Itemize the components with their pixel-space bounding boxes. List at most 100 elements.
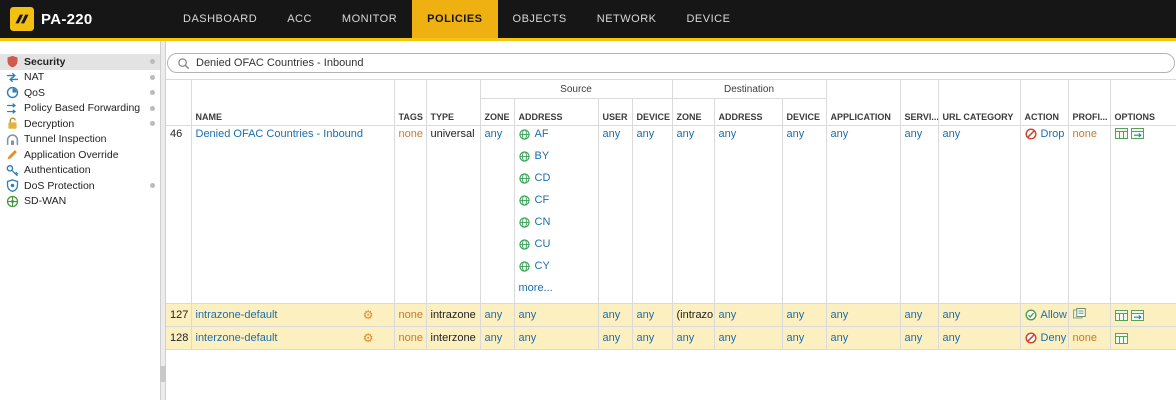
gear-icon[interactable]: ⚙ <box>363 332 374 344</box>
row-number[interactable]: 127 <box>166 304 191 327</box>
src-address-value[interactable]: any <box>519 332 537 344</box>
sidebar-item-sd-wan[interactable]: SD-WAN <box>0 194 160 210</box>
sidebar-item-authentication[interactable]: Authentication <box>0 163 160 179</box>
splitter-handle[interactable] <box>160 366 166 382</box>
url-category-value[interactable]: any <box>943 332 961 344</box>
col-header-dst-address[interactable]: ADDRESS <box>714 99 782 126</box>
sidebar-item-qos[interactable]: QoS <box>0 85 160 101</box>
dst-device-value[interactable]: any <box>787 128 805 140</box>
region-link[interactable]: CN <box>535 216 551 228</box>
service-value[interactable]: any <box>905 128 923 140</box>
col-header-dst-zone[interactable]: ZONE <box>672 99 714 126</box>
src-address-value[interactable]: any <box>519 309 537 321</box>
dst-zone-value[interactable]: any <box>677 128 695 140</box>
col-header-src-device[interactable]: DEVICE <box>632 99 672 126</box>
application-value[interactable]: any <box>831 128 849 140</box>
sidebar-label: Authentication <box>24 164 91 176</box>
nav-objects[interactable]: OBJECTS <box>498 0 582 38</box>
key-icon <box>6 164 19 177</box>
tags-value: none <box>399 309 423 321</box>
dst-address-value[interactable]: any <box>719 128 737 140</box>
sidebar-item-application-override[interactable]: Application Override <box>0 147 160 163</box>
row-number[interactable]: 46 <box>166 126 191 304</box>
profile-group-icon <box>1073 308 1086 319</box>
rule-name-link[interactable]: intrazone-default <box>196 309 278 321</box>
sidebar-item-tunnel-inspection[interactable]: Tunnel Inspection <box>0 132 160 148</box>
region-link[interactable]: CD <box>535 172 551 184</box>
action-value[interactable]: Deny <box>1041 332 1067 344</box>
col-header-src-address[interactable]: ADDRESS <box>514 99 598 126</box>
brand: PA-220 <box>0 0 168 38</box>
pencil-icon <box>6 148 19 161</box>
nav-policies[interactable]: POLICIES <box>412 0 497 38</box>
region-link[interactable]: AF <box>535 128 549 140</box>
col-header-options[interactable]: OPTIONS <box>1110 80 1176 126</box>
col-header-service[interactable]: SERVI... <box>900 80 938 126</box>
dst-address-value[interactable]: any <box>719 332 737 344</box>
action-value[interactable]: Allow <box>1041 309 1067 321</box>
region-link[interactable]: CU <box>535 238 551 250</box>
col-header-src-zone[interactable]: ZONE <box>480 99 514 126</box>
region-link[interactable]: CF <box>535 194 550 206</box>
device-title: PA-220 <box>41 11 93 28</box>
group-header-destination: Destination <box>672 80 826 99</box>
src-device-value[interactable]: any <box>637 332 655 344</box>
search-input[interactable] <box>196 57 1165 69</box>
col-header-src-user[interactable]: USER <box>598 99 632 126</box>
tags-value: none <box>399 128 423 140</box>
sidebar-item-dos-protection[interactable]: DoS Protection <box>0 178 160 194</box>
application-value[interactable]: any <box>831 332 849 344</box>
nav-device[interactable]: DEVICE <box>671 0 745 38</box>
shield-icon <box>6 179 19 192</box>
src-zone-value[interactable]: any <box>485 128 503 140</box>
dst-address-value[interactable]: any <box>719 309 737 321</box>
url-category-value[interactable]: any <box>943 309 961 321</box>
gear-icon[interactable]: ⚙ <box>363 309 374 321</box>
src-user-value[interactable]: any <box>603 309 621 321</box>
dst-device-value[interactable]: any <box>787 332 805 344</box>
sidebar-splitter[interactable] <box>160 41 166 400</box>
col-header-type[interactable]: TYPE <box>426 80 480 126</box>
col-header-tags[interactable]: TAGS <box>394 80 426 126</box>
address-entry: CF <box>519 194 594 206</box>
region-link[interactable]: BY <box>535 150 550 162</box>
nav-dashboard[interactable]: DASHBOARD <box>168 0 272 38</box>
sidebar-label: Application Override <box>24 149 119 161</box>
src-user-value[interactable]: any <box>603 332 621 344</box>
nav-monitor[interactable]: MONITOR <box>327 0 412 38</box>
region-icon <box>519 151 530 162</box>
col-header-dst-device[interactable]: DEVICE <box>782 99 826 126</box>
sidebar-item-security[interactable]: Security <box>0 54 160 70</box>
top-bar: PA-220 DASHBOARD ACC MONITOR POLICIES OB… <box>0 0 1176 38</box>
col-header-name[interactable]: NAME <box>191 80 394 126</box>
col-header-action[interactable]: ACTION <box>1020 80 1068 126</box>
src-zone-value[interactable]: any <box>485 332 503 344</box>
row-number[interactable]: 128 <box>166 327 191 350</box>
more-link[interactable]: more... <box>519 282 553 294</box>
rule-name-link[interactable]: Denied OFAC Countries - Inbound <box>196 128 364 140</box>
status-dot <box>150 90 155 95</box>
nav-acc[interactable]: ACC <box>272 0 327 38</box>
region-icon <box>519 195 530 206</box>
src-zone-value[interactable]: any <box>485 309 503 321</box>
col-header-profile[interactable]: PROFI... <box>1068 80 1110 126</box>
service-value[interactable]: any <box>905 332 923 344</box>
sidebar-item-decryption[interactable]: Decryption <box>0 116 160 132</box>
sidebar-item-policy-based-forwarding[interactable]: Policy Based Forwarding <box>0 101 160 117</box>
region-link[interactable]: CY <box>535 260 550 272</box>
col-header-url-category[interactable]: URL CATEGORY <box>938 80 1020 126</box>
service-value[interactable]: any <box>905 309 923 321</box>
action-value[interactable]: Drop <box>1041 128 1065 140</box>
src-device-value[interactable]: any <box>637 128 655 140</box>
rule-name-link[interactable]: interzone-default <box>196 332 278 344</box>
col-header-application[interactable]: APPLICATION <box>826 80 900 126</box>
src-device-value[interactable]: any <box>637 309 655 321</box>
sidebar-label: Tunnel Inspection <box>24 133 107 145</box>
url-category-value[interactable]: any <box>943 128 961 140</box>
dst-zone-value[interactable]: any <box>677 332 695 344</box>
src-user-value[interactable]: any <box>603 128 621 140</box>
application-value[interactable]: any <box>831 309 849 321</box>
nav-network[interactable]: NETWORK <box>582 0 672 38</box>
sidebar-item-nat[interactable]: NAT <box>0 70 160 86</box>
dst-device-value[interactable]: any <box>787 309 805 321</box>
